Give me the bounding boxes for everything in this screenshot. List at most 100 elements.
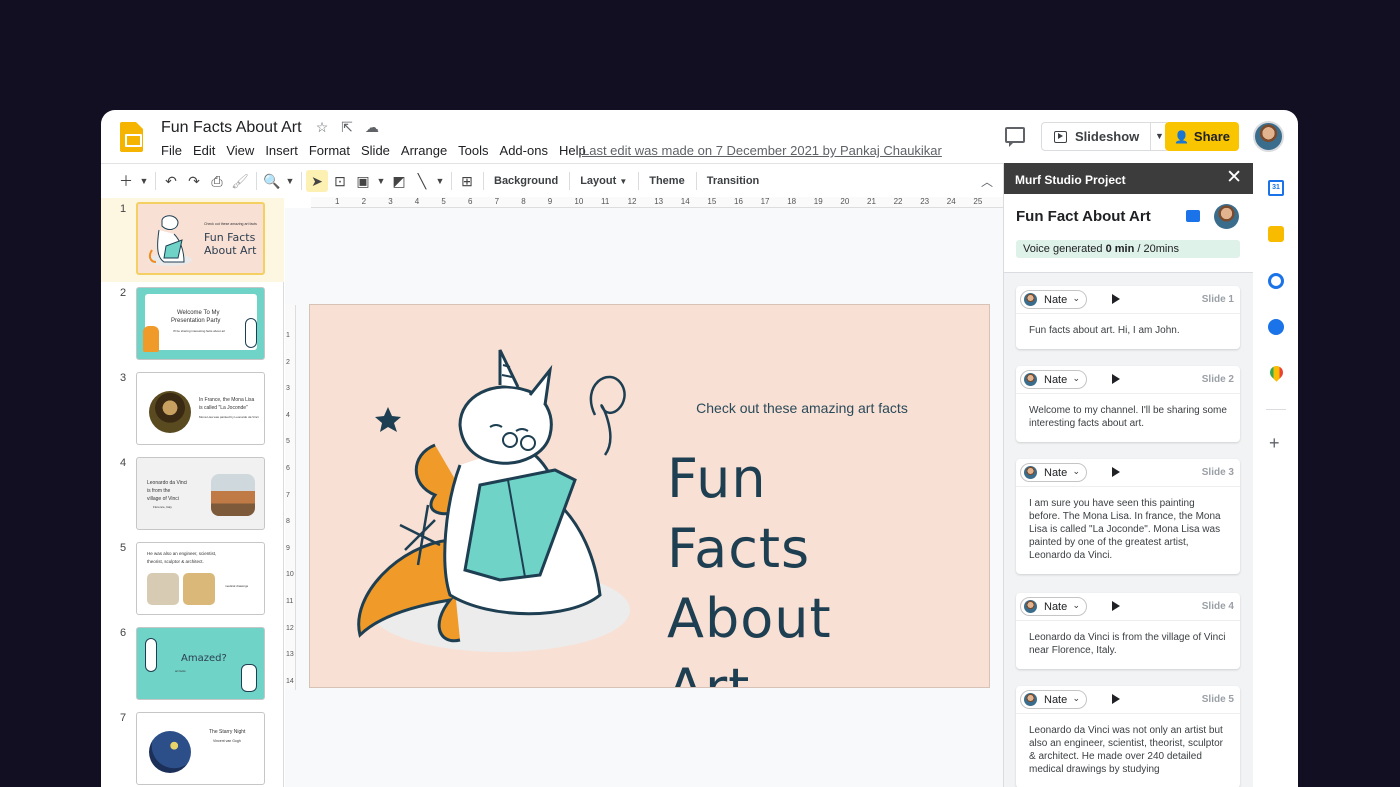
script-text[interactable]: Leonardo da Vinci is from the village of…	[1016, 621, 1240, 669]
voice-selector[interactable]: Nate ⌄	[1020, 370, 1087, 389]
image-icon[interactable]: ▣	[352, 170, 374, 192]
play-icon[interactable]	[1112, 467, 1120, 477]
panel-header-title: Murf Studio Project	[1015, 173, 1126, 187]
voice-selector[interactable]: Nate ⌄	[1020, 690, 1087, 709]
maps-icon[interactable]	[1267, 363, 1286, 382]
star-icon[interactable]: ☆	[314, 119, 330, 135]
tasks-icon[interactable]	[1268, 273, 1284, 289]
print-icon[interactable]: ⎙	[206, 170, 228, 192]
textbox-icon[interactable]: ⊡	[329, 170, 351, 192]
ruler-tick: 10	[286, 571, 294, 579]
slide-number: 3	[120, 372, 127, 384]
collapse-toolbar-icon[interactable]: ︿	[981, 173, 993, 190]
menu-tools[interactable]: Tools	[458, 143, 488, 158]
redo-icon[interactable]: ↷	[183, 170, 205, 192]
slide-thumbnail[interactable]: Leonardo da Vinci is from the village of…	[136, 457, 265, 530]
ruler-tick: 12	[627, 197, 637, 206]
keep-icon[interactable]	[1268, 226, 1284, 242]
ruler-tick: 17	[760, 197, 770, 206]
cloud-icon[interactable]: ☁	[364, 119, 380, 135]
menu-insert[interactable]: Insert	[265, 143, 298, 158]
filmstrip-item[interactable]: 2 Welcome To My Presentation Party I'll …	[101, 282, 284, 367]
transition-button[interactable]: Transition	[701, 170, 766, 192]
image-dropdown[interactable]: ▼	[375, 170, 387, 192]
voice-selector[interactable]: Nate ⌄	[1020, 290, 1087, 309]
play-icon[interactable]	[1112, 374, 1120, 384]
filmstrip-item[interactable]: 1 Check out these amazing art facts Fun …	[101, 198, 284, 282]
ruler-tick: 4	[286, 411, 290, 419]
filmstrip-item[interactable]: 7 The Starry Night Vincent van Gogh	[101, 707, 284, 787]
shape-icon[interactable]: ◩	[388, 170, 410, 192]
slide-number: 4	[120, 457, 127, 469]
zoom-dropdown[interactable]: ▼	[284, 170, 296, 192]
script-card: Nate ⌄ Slide 1 Fun facts about art. Hi, I…	[1016, 286, 1240, 349]
voice-avatar	[1024, 600, 1037, 613]
line-dropdown[interactable]: ▼	[434, 170, 446, 192]
script-text[interactable]: Leonardo da Vinci was not only an artist…	[1016, 714, 1240, 787]
menu-addons[interactable]: Add-ons	[500, 143, 548, 158]
murf-panel: Murf Studio Project ✕ Fun Fact About Art…	[1003, 163, 1253, 787]
contacts-icon[interactable]	[1268, 319, 1284, 335]
account-avatar[interactable]	[1253, 121, 1284, 152]
slide-title[interactable]: Fun Facts About Art	[667, 444, 927, 687]
slide-subtitle[interactable]: Check out these amazing art facts	[677, 400, 927, 416]
script-text[interactable]: I am sure you have seen this painting be…	[1016, 487, 1240, 574]
cat-illustration	[143, 326, 159, 352]
menu-file[interactable]: File	[161, 143, 182, 158]
ruler-tick: 21	[867, 197, 876, 206]
new-slide-dropdown[interactable]: ▼	[138, 170, 150, 192]
voice-name: Nate	[1044, 466, 1068, 479]
thumb-title-line: About Art	[204, 244, 257, 257]
slide-thumbnail[interactable]: In France, the Mona Lisa is called "La J…	[136, 372, 265, 445]
script-text[interactable]: Welcome to my channel. I'll be sharing s…	[1016, 394, 1240, 442]
slides-logo-icon[interactable]	[120, 122, 143, 152]
line-icon[interactable]: ╲	[411, 170, 433, 192]
ruler-tick: 14	[286, 677, 294, 685]
ruler-tick: 7	[494, 197, 500, 206]
calendar-icon[interactable]: 31	[1268, 180, 1284, 196]
voice-selector[interactable]: Nate ⌄	[1020, 463, 1087, 482]
last-edit-link[interactable]: Last edit was made on 7 December 2021 by…	[582, 143, 942, 158]
divider	[101, 163, 1003, 164]
filmstrip-item[interactable]: 5 He was also an engineer, scientist, th…	[101, 537, 284, 622]
layout-button[interactable]: Layout ▼	[574, 170, 633, 192]
close-icon[interactable]: ✕	[1226, 167, 1242, 189]
voice-selector[interactable]: Nate ⌄	[1020, 597, 1087, 616]
new-slide-button[interactable]: ＋	[115, 170, 137, 192]
play-icon[interactable]	[1112, 294, 1120, 304]
menu-format[interactable]: Format	[309, 143, 350, 158]
filmstrip-item[interactable]: 3 In France, the Mona Lisa is called "La…	[101, 367, 284, 452]
move-icon[interactable]: ⇱	[339, 119, 355, 135]
chat-icon[interactable]	[1186, 210, 1200, 222]
filmstrip-item[interactable]: 4 Leonardo da Vinci is from the village …	[101, 452, 284, 537]
menu-view[interactable]: View	[226, 143, 254, 158]
menu-edit[interactable]: Edit	[193, 143, 215, 158]
slideshow-button[interactable]: Slideshow ▼	[1041, 122, 1169, 151]
share-button[interactable]: 👤 Share	[1165, 122, 1239, 151]
main-slide[interactable]: Check out these amazing art facts Fun Fa…	[309, 304, 990, 688]
play-icon[interactable]	[1112, 601, 1120, 611]
slide-thumbnail[interactable]: He was also an engineer, scientist, theo…	[136, 542, 265, 615]
menu-arrange[interactable]: Arrange	[401, 143, 447, 158]
voice-avatar[interactable]	[1214, 204, 1239, 229]
background-button[interactable]: Background	[488, 170, 564, 192]
script-text[interactable]: Fun facts about art. Hi, I am John.	[1016, 314, 1240, 349]
comment-icon[interactable]	[1005, 127, 1025, 147]
paint-format-icon[interactable]: 🖌	[229, 170, 251, 192]
play-icon[interactable]	[1112, 694, 1120, 704]
slide-title-line: Fun Facts	[667, 447, 811, 580]
slide-thumbnail[interactable]: Check out these amazing art facts Fun Fa…	[136, 202, 265, 275]
slide-thumbnail[interactable]: Welcome To My Presentation Party I'll be…	[136, 287, 265, 360]
document-title[interactable]: Fun Facts About Art	[161, 119, 302, 137]
menu-slide[interactable]: Slide	[361, 143, 390, 158]
select-tool-icon[interactable]: ➤	[306, 170, 328, 192]
undo-icon[interactable]: ↶	[160, 170, 182, 192]
theme-button[interactable]: Theme	[643, 170, 690, 192]
add-icon[interactable]: +	[1269, 434, 1280, 452]
filmstrip-item[interactable]: 6 Amazed? art facts	[101, 622, 284, 707]
slide-thumbnail[interactable]: Amazed? art facts	[136, 627, 265, 700]
add-comment-icon[interactable]: ⊞	[456, 170, 478, 192]
ruler-tick: 5	[441, 197, 446, 206]
slide-thumbnail[interactable]: The Starry Night Vincent van Gogh	[136, 712, 265, 785]
zoom-icon[interactable]: 🔍	[261, 170, 283, 192]
